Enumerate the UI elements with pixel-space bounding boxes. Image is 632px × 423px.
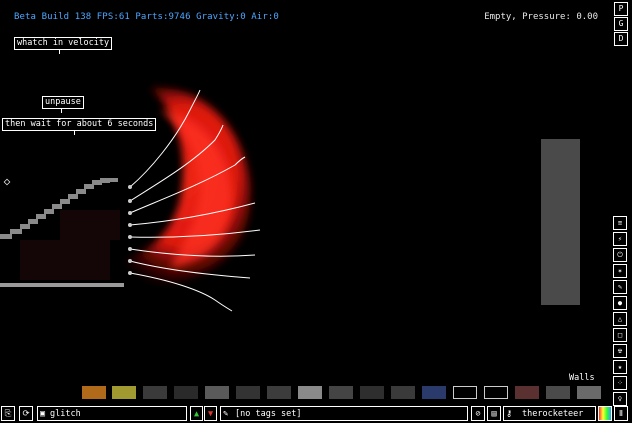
tags-field[interactable]: ✎ [no tags set] [220,406,468,421]
plug-icon[interactable]: ⚡ [613,232,627,246]
save-name: glitch [50,409,81,419]
reload-icon[interactable]: ⟳ [19,406,33,421]
element-swatch-11[interactable] [391,386,415,399]
element-swatch-6[interactable] [236,386,260,399]
pause-icon[interactable]: Ⅱ [614,406,628,421]
clear-icon[interactable]: ⊘ [471,406,485,421]
radiation-icon[interactable]: ☢ [613,344,627,358]
element-swatch-17[interactable] [577,386,601,399]
note-wait-tick [74,131,75,135]
floor-wall [0,283,124,287]
brush-cursor [3,178,11,186]
category-label: Walls [569,373,595,383]
options-icon[interactable]: ▤ [487,406,501,421]
simulation-canvas[interactable] [0,0,632,423]
element-swatch-15[interactable] [515,386,539,399]
pen-icon[interactable]: ✎ [613,280,627,294]
streamline-origins [128,185,132,275]
element-swatch-4[interactable] [174,386,198,399]
element-swatch-14[interactable] [484,386,508,399]
element-swatch-3[interactable] [143,386,167,399]
vote-up-icon[interactable]: ▲ [190,406,203,421]
note-unpause[interactable]: unpause [42,96,84,109]
element-swatch-2[interactable] [112,386,136,399]
tag-icon: ✎ [223,409,229,419]
console-icon[interactable]: ≡ [613,216,627,230]
drop-icon[interactable]: ● [613,296,627,310]
element-swatch-1[interactable] [82,386,106,399]
box-icon[interactable]: □ [613,328,627,342]
note-velocity-tick [59,50,60,54]
element-swatch-12[interactable] [422,386,446,399]
open-icon[interactable]: ⎘ [1,406,15,421]
note-unpause-tick [61,109,62,113]
login-button[interactable]: ⚷ therocketeer [503,406,596,421]
element-swatch-10[interactable] [360,386,384,399]
save-name-field[interactable]: ▣ glitch [37,406,187,421]
username: therocketeer [522,409,584,419]
note-wait[interactable]: then wait for about 6 seconds [2,118,157,131]
render-mode-icon[interactable] [598,406,612,421]
element-swatch-9[interactable] [329,386,353,399]
power-icon[interactable]: ⏻ [613,248,627,262]
note-velocity[interactable]: whatch in velocity [14,37,113,50]
wall-block [541,139,580,305]
vote-down-icon[interactable]: ▼ [204,406,217,421]
key-icon: ⚷ [506,409,513,419]
element-swatch-5[interactable] [205,386,229,399]
element-swatch-8[interactable] [298,386,322,399]
save-icon: ▣ [40,409,46,419]
element-swatch-16[interactable] [546,386,570,399]
dots-icon[interactable]: ⁘ [613,376,627,390]
tags-text: [no tags set] [235,409,302,419]
element-swatch-7[interactable] [267,386,291,399]
gas-icon[interactable]: △ [613,312,627,326]
element-swatch-13[interactable] [453,386,477,399]
bulb-icon[interactable]: ♀ [613,392,627,406]
explosive-icon[interactable]: ✶ [613,264,627,278]
star-icon[interactable]: ★ [613,360,627,374]
